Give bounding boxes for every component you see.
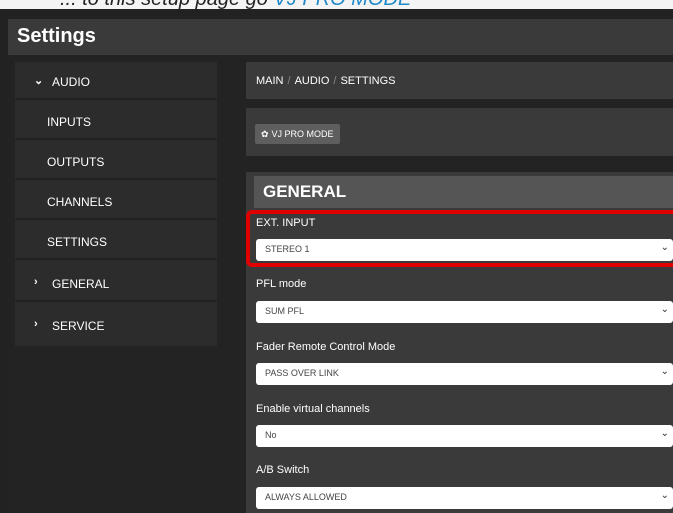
chevron-down-icon: ⌄ [34,75,44,87]
sidebar-item-label: CHANNELS [47,195,113,209]
select-value: PASS OVER LINK [265,368,339,378]
sidebar-item-settings[interactable]: SETTINGS [15,222,217,260]
select-value: SUM PFL [265,306,305,316]
breadcrumb-panel: MAIN / AUDIO / SETTINGS [246,62,673,99]
chevron-down-icon: ⌄ [660,490,669,501]
sidebar-item-label: SERVICE [52,319,105,333]
chevron-down-icon: ⌄ [660,366,669,377]
fader-remote-control-select[interactable]: PASS OVER LINK ⌄ [256,363,673,385]
general-section: GENERAL EXT. INPUT STEREO 1 ⌄ PFL mode S… [246,172,673,513]
caption-strip: ... to this setup page go VJ PRO MODE [0,0,673,9]
select-value: ALWAYS ALLOWED [265,492,347,502]
ab-switch-label: A/B Switch [256,464,310,476]
sidebar-item-label: AUDIO [52,75,91,89]
sidebar-item-audio[interactable]: ⌄ AUDIO [15,62,217,100]
gears-icon: ✿ [261,129,269,139]
chevron-down-icon: ⌄ [660,428,669,439]
section-title: GENERAL [263,182,347,201]
sidebar-item-label: INPUTS [47,115,92,129]
sidebar-item-label: GENERAL [52,277,110,291]
chevron-down-icon: ⌄ [660,242,669,253]
sidebar-item-general[interactable]: › GENERAL [15,264,217,302]
pfl-mode-select[interactable]: SUM PFL ⌄ [256,301,673,323]
virtual-channels-select[interactable]: No ⌄ [256,425,673,447]
mode-panel: ✿ VJ PRO MODE [246,108,673,156]
pfl-mode-label: PFL mode [256,278,307,290]
sidebar: ⌄ AUDIO INPUTS OUTPUTS CHANNELS SETTINGS… [15,62,217,346]
breadcrumb: MAIN / AUDIO / SETTINGS [256,75,395,87]
ext-input-select[interactable]: STEREO 1 ⌄ [256,239,673,261]
sidebar-item-inputs[interactable]: INPUTS [15,102,217,140]
ab-switch-select[interactable]: ALWAYS ALLOWED ⌄ [256,487,673,509]
ext-input-label: EXT. INPUT [256,217,316,229]
select-value: No [265,430,277,440]
sidebar-item-outputs[interactable]: OUTPUTS [15,142,217,180]
breadcrumb-separator: / [333,75,337,87]
sidebar-item-label: SETTINGS [47,235,108,249]
fader-remote-control-label: Fader Remote Control Mode [256,341,396,353]
page-title: Settings [17,25,96,47]
section-header: GENERAL [254,176,673,208]
select-value: STEREO 1 [265,244,310,254]
breadcrumb-item-audio[interactable]: AUDIO [295,75,330,87]
vj-pro-mode-button[interactable]: ✿ VJ PRO MODE [255,124,340,144]
sidebar-item-channels[interactable]: CHANNELS [15,182,217,220]
breadcrumb-item-settings: SETTINGS [340,75,396,87]
chevron-down-icon: ⌄ [660,304,669,315]
virtual-channels-label: Enable virtual channels [256,403,370,415]
chevron-right-icon: › [34,318,38,330]
caption-text: ... to this setup page go VJ PRO MODE [60,0,411,9]
breadcrumb-item-main[interactable]: MAIN [256,75,284,87]
sidebar-item-label: OUTPUTS [47,155,105,169]
breadcrumb-separator: / [287,75,291,87]
vj-pro-mode-label: VJ PRO MODE [271,129,334,139]
app-header: Settings [8,19,673,55]
sidebar-item-service[interactable]: › SERVICE [15,306,217,344]
chevron-right-icon: › [34,276,38,288]
